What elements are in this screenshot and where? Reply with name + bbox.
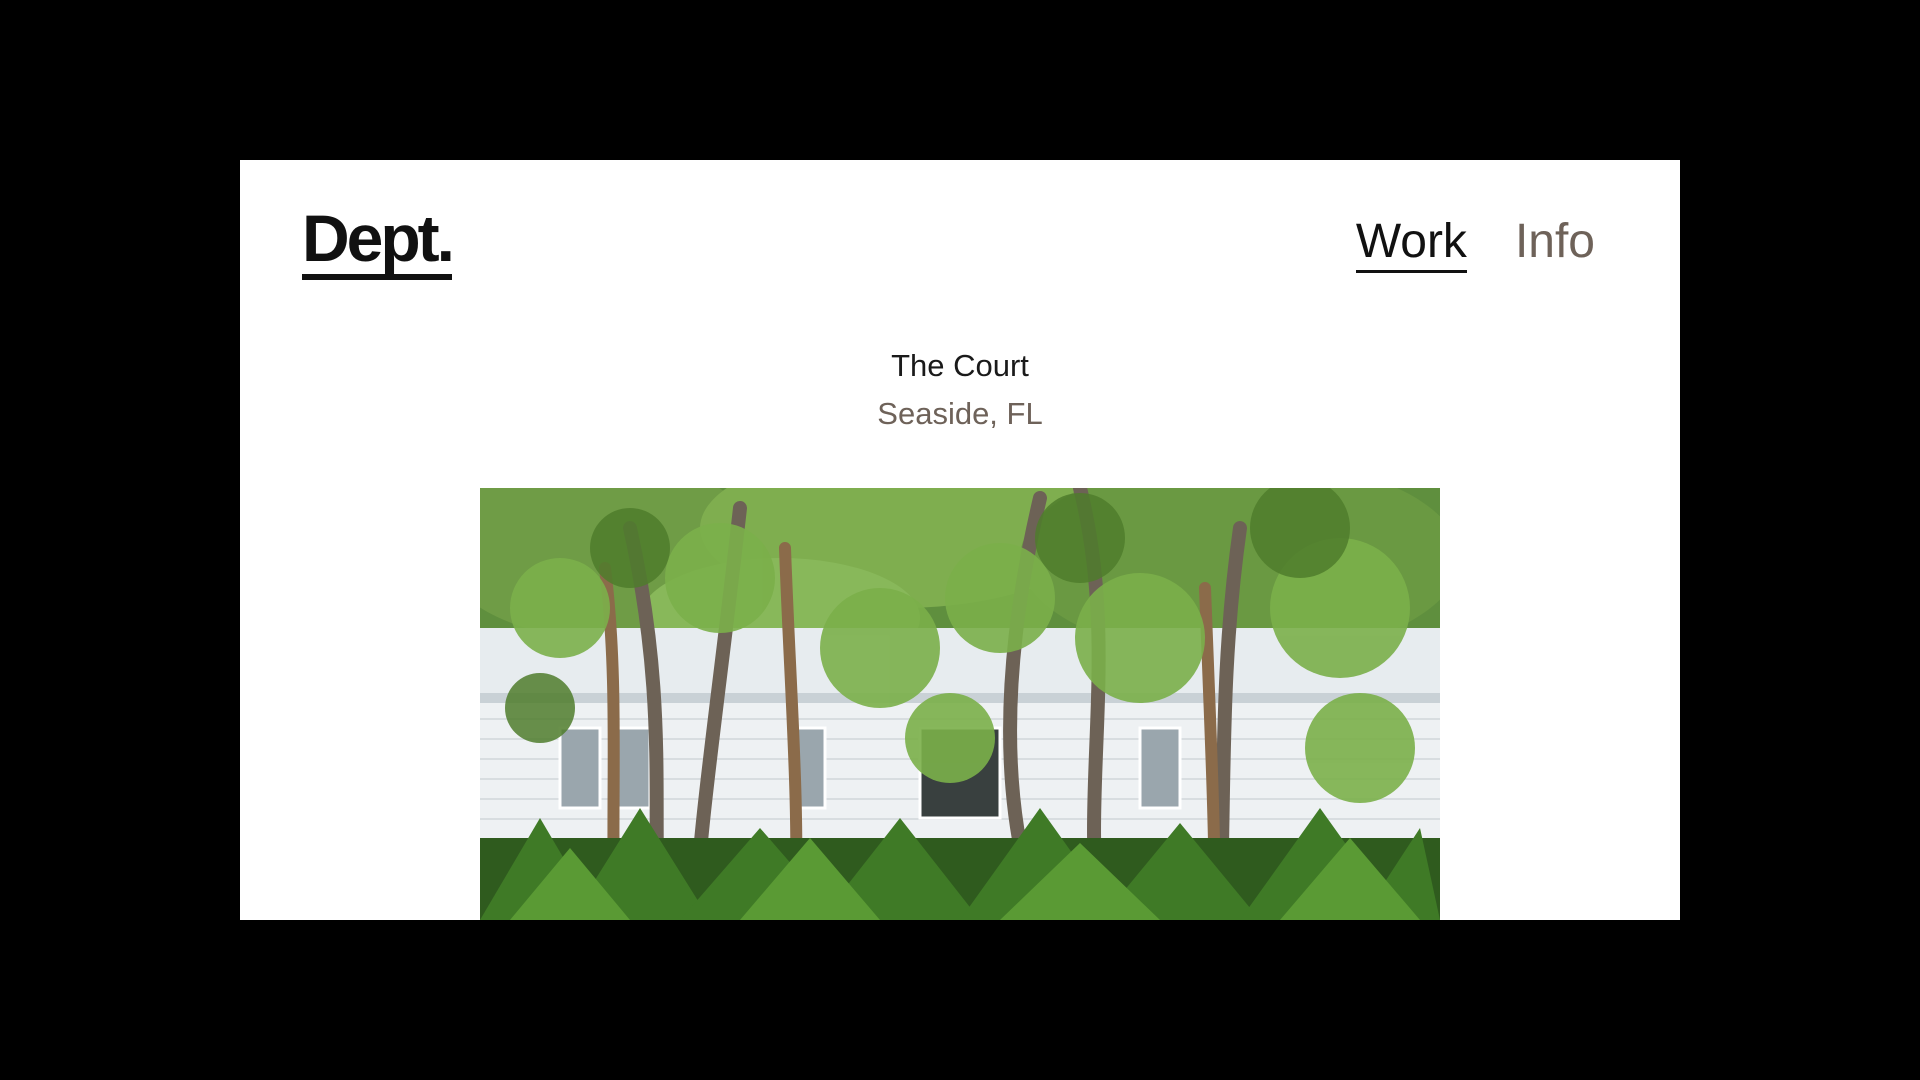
- project-hero-image[interactable]: [480, 488, 1440, 920]
- project-title: The Court: [891, 348, 1029, 383]
- logo-link[interactable]: Dept.: [302, 204, 455, 280]
- nav-item-work[interactable]: Work: [1355, 214, 1467, 273]
- nav-item-info[interactable]: Info: [1515, 214, 1595, 270]
- page-frame: Dept. Work Info The Court Seaside, FL: [240, 160, 1680, 920]
- main-nav: Work Info: [1355, 214, 1595, 273]
- hero-photo-illustration: [480, 488, 1440, 920]
- project-location: Seaside, FL: [877, 396, 1043, 431]
